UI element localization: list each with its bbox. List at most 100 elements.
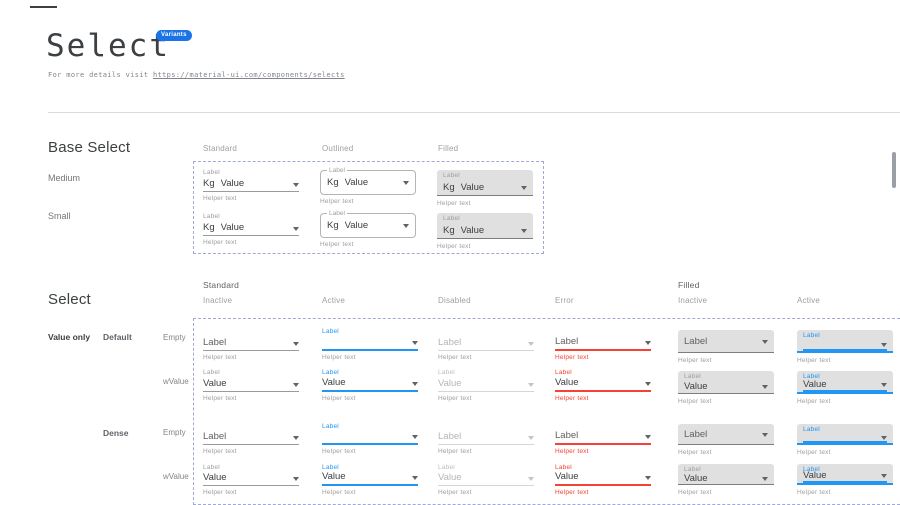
select-value: Value: [803, 471, 877, 481]
select-standard-disabled-empty-dense[interactable]: Label Helper text: [438, 422, 534, 455]
dropdown-arrow-icon: [645, 382, 651, 386]
dropdown-arrow-icon: [403, 224, 409, 228]
select-standard-inactive-empty[interactable]: Label Helper text: [203, 327, 299, 361]
dropdown-arrow-icon: [881, 474, 887, 478]
column-standard-disabled: Disabled: [438, 296, 471, 305]
select-value-row: Label: [203, 432, 299, 445]
helper-text: Helper text: [555, 448, 651, 455]
filled-box: Label: [797, 424, 893, 445]
group-standard: Standard: [203, 280, 239, 290]
header-divider: [48, 112, 900, 113]
dropdown-arrow-icon: [881, 436, 887, 440]
select-states-heading: Select: [48, 291, 91, 308]
select-label: Label: [327, 167, 347, 175]
select-standard-error-wvalue-dense[interactable]: Label Value Helper text: [555, 463, 651, 496]
helper-text: Helper text: [203, 354, 299, 361]
filled-box: Label: [678, 424, 774, 445]
helper-text: Helper text: [797, 449, 893, 456]
select-value-row: Label: [555, 337, 651, 351]
select-float-label: Label: [438, 463, 534, 473]
select-standard-error-wvalue[interactable]: Label Value Helper text: [555, 368, 651, 402]
dropdown-arrow-icon: [881, 343, 887, 347]
select-value-row: Value: [803, 471, 887, 483]
select-value: Value: [461, 226, 517, 236]
select-adornment: Kg: [203, 179, 215, 189]
dropdown-arrow-icon: [293, 183, 299, 187]
select-value-row: Value: [555, 378, 651, 392]
vertical-scrollbar-thumb[interactable]: [892, 152, 896, 188]
base-select-heading: Base Select: [48, 139, 130, 156]
select-standard-active-empty[interactable]: Label Helper text: [322, 327, 418, 361]
helper-text: Helper text: [678, 489, 774, 496]
dropdown-arrow-icon: [412, 382, 418, 386]
helper-text: Helper text: [203, 239, 299, 246]
select-value: Value: [461, 183, 517, 193]
dropdown-arrow-icon: [293, 477, 299, 481]
docs-link[interactable]: https://material-ui.com/components/selec…: [153, 71, 345, 79]
select-value-row: Label: [438, 432, 534, 445]
base-select-filled-medium[interactable]: Label Kg Value Helper text: [437, 170, 533, 207]
select-standard-disabled-wvalue-dense[interactable]: Label Value Helper text: [438, 463, 534, 496]
select-filled-inactive-wvalue-dense[interactable]: Label Value Helper text: [678, 464, 774, 496]
select-value-row: Label: [203, 337, 299, 351]
base-select-standard-medium[interactable]: Label Kg Value Helper text: [203, 168, 299, 202]
helper-text: Helper text: [438, 354, 534, 361]
select-standard-error-empty-dense[interactable]: Label Helper text: [555, 422, 651, 455]
helper-text: Helper text: [438, 448, 534, 455]
select-value-row: Value: [555, 473, 651, 486]
select-standard-inactive-wvalue-dense[interactable]: Label Value Helper text: [203, 463, 299, 496]
select-value-row: [322, 432, 418, 445]
select-placeholder-label: Label: [203, 338, 289, 348]
select-value: Value: [345, 178, 399, 188]
helper-text: Helper text: [555, 489, 651, 496]
select-label: Label: [443, 215, 527, 223]
select-value-row: [803, 434, 887, 443]
base-select-outlined-small[interactable]: Label Kg Value Helper text: [320, 213, 416, 248]
select-standard-error-empty[interactable]: Label Helper text: [555, 327, 651, 361]
dropdown-arrow-icon: [293, 227, 299, 231]
filled-box: Label Kg Value: [437, 170, 533, 196]
base-select-filled-small[interactable]: Label Kg Value Helper text: [437, 213, 533, 250]
select-filled-inactive-empty-dense[interactable]: Label Helper text: [678, 424, 774, 456]
select-standard-disabled-empty[interactable]: Label Helper text: [438, 327, 534, 361]
select-adornment: Kg: [327, 178, 339, 188]
select-value-row: Value: [438, 473, 534, 486]
select-standard-disabled-wvalue[interactable]: Label Value Helper text: [438, 368, 534, 402]
base-column-standard: Standard: [203, 144, 237, 153]
select-value-row: [322, 337, 418, 351]
helper-text: Helper text: [203, 395, 299, 402]
select-float-label: Label: [803, 426, 887, 434]
select-standard-active-empty-dense[interactable]: Label Helper text: [322, 422, 418, 455]
helper-text: Helper text: [678, 449, 774, 456]
dropdown-arrow-icon: [762, 433, 768, 437]
helper-text: Helper text: [555, 395, 651, 402]
select-filled-inactive-wvalue[interactable]: Label Value Helper text: [678, 371, 774, 405]
dropdown-arrow-icon: [528, 477, 534, 481]
dropdown-arrow-icon: [293, 436, 299, 440]
dropdown-arrow-icon: [645, 476, 651, 480]
select-standard-inactive-wvalue[interactable]: Label Value Helper text: [203, 368, 299, 402]
select-standard-inactive-empty-dense[interactable]: Label Helper text: [203, 422, 299, 455]
select-adornment: Kg: [443, 183, 455, 193]
select-adornment: Kg: [327, 221, 339, 231]
base-select-outlined-medium[interactable]: Label Kg Value Helper text: [320, 170, 416, 205]
select-filled-active-empty[interactable]: Label Helper text: [797, 330, 893, 364]
select-standard-active-wvalue[interactable]: Label Value Helper text: [322, 368, 418, 402]
helper-text: Helper text: [203, 195, 299, 202]
select-float-label: [203, 422, 299, 432]
select-filled-active-wvalue[interactable]: Label Value Helper text: [797, 371, 893, 405]
select-filled-inactive-empty[interactable]: Label Helper text: [678, 330, 774, 364]
helper-text: Helper text: [438, 395, 534, 402]
dropdown-arrow-icon: [293, 342, 299, 346]
helper-text: Helper text: [320, 241, 416, 248]
select-standard-active-wvalue-dense[interactable]: Label Value Helper text: [322, 463, 418, 496]
select-value: Value: [345, 221, 399, 231]
select-adornment: Kg: [443, 226, 455, 236]
select-label: Label: [203, 212, 299, 222]
base-select-standard-small[interactable]: Label Kg Value Helper text: [203, 212, 299, 246]
select-filled-active-wvalue-dense[interactable]: Label Value Helper text: [797, 464, 893, 496]
select-adornment: Kg: [203, 223, 215, 233]
select-float-label: [438, 422, 534, 432]
select-filled-active-empty-dense[interactable]: Label Helper text: [797, 424, 893, 456]
select-label: Label: [327, 210, 347, 218]
